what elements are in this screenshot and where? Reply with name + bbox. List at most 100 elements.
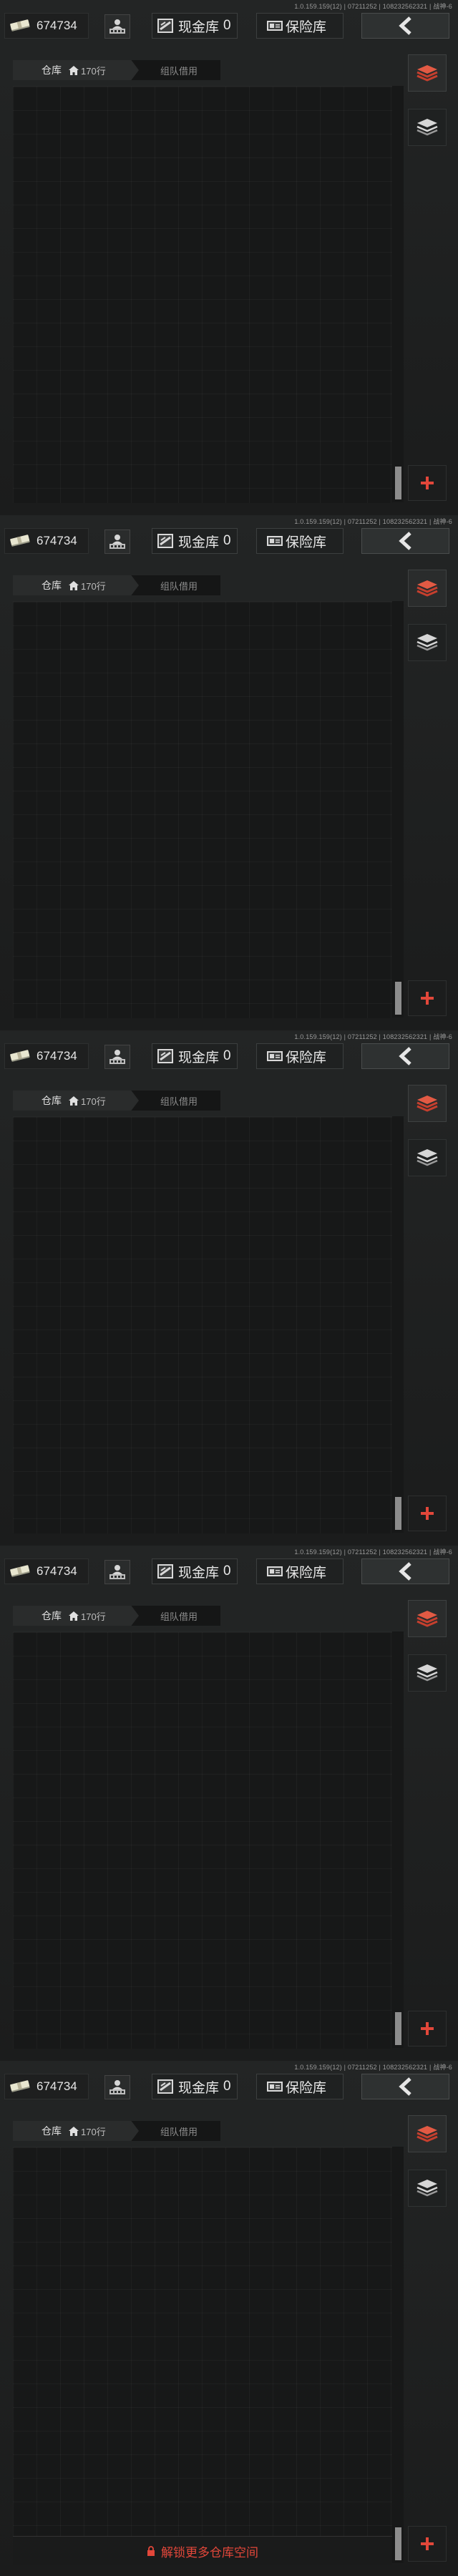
back-button[interactable] bbox=[361, 1558, 449, 1584]
add-button[interactable] bbox=[408, 465, 447, 501]
stack-view-button[interactable] bbox=[408, 109, 447, 146]
safe-vault-label: 保险库 bbox=[286, 2080, 327, 2096]
stack-view-button[interactable] bbox=[408, 624, 447, 661]
cash-box-icon bbox=[157, 1049, 173, 1063]
inventory-grid[interactable] bbox=[13, 601, 392, 1018]
sort-stack-button[interactable] bbox=[408, 1085, 447, 1122]
scrollbar[interactable] bbox=[392, 601, 404, 1018]
warehouse-panel: 1.0.159.159(12) | 07211252 | 10823256232… bbox=[0, 1546, 458, 2061]
top-bar: 674734 现金库 0 保险库 bbox=[0, 2071, 458, 2104]
add-button[interactable] bbox=[408, 2526, 447, 2562]
unlock-more-space-button[interactable]: 解锁更多仓库空间 bbox=[13, 2536, 392, 2565]
tab-team-borrow-label: 组队借用 bbox=[160, 1611, 198, 1622]
vendor-shop-button[interactable] bbox=[104, 530, 130, 554]
cash-vault-button[interactable]: 现金库 0 bbox=[152, 1043, 238, 1069]
stack-icon bbox=[416, 634, 438, 651]
scrollbar-thumb[interactable] bbox=[395, 2527, 401, 2560]
stack-icon bbox=[416, 1664, 438, 1682]
top-bar: 674734 现金库 0 保险库 bbox=[0, 1556, 458, 1589]
cash-vault-button[interactable]: 现金库 0 bbox=[152, 1558, 238, 1584]
tab-team-borrow-label: 组队借用 bbox=[160, 1096, 198, 1107]
vendor-shop-button[interactable] bbox=[104, 14, 130, 39]
tab-warehouse[interactable]: 仓库 170行 bbox=[13, 2121, 139, 2141]
back-button[interactable] bbox=[361, 2074, 449, 2099]
cash-bundle-icon bbox=[10, 2080, 30, 2092]
stack-view-button[interactable] bbox=[408, 2170, 447, 2207]
vendor-shop-button[interactable] bbox=[104, 2075, 130, 2099]
cash-vault-label: 现金库 bbox=[178, 1565, 220, 1581]
vendor-shop-button[interactable] bbox=[104, 1045, 130, 1069]
safe-vault-button[interactable]: 保险库 bbox=[256, 1558, 344, 1584]
back-button[interactable] bbox=[361, 528, 449, 554]
scrollbar[interactable] bbox=[392, 86, 404, 502]
currency-amount: 674734 bbox=[36, 534, 77, 547]
tab-warehouse[interactable]: 仓库 170行 bbox=[13, 1606, 139, 1626]
tab-team-borrow[interactable]: 组队借用 bbox=[160, 2121, 198, 2141]
vendor-shop-button[interactable] bbox=[104, 1560, 130, 1584]
scrollbar-thumb[interactable] bbox=[395, 2012, 401, 2045]
vendor-shop-icon bbox=[109, 535, 125, 549]
tab-warehouse[interactable]: 仓库 170行 bbox=[13, 1091, 139, 1111]
cash-bundle-icon bbox=[10, 19, 30, 31]
house-icon bbox=[69, 2126, 79, 2136]
tab-warehouse[interactable]: 仓库 170行 bbox=[13, 575, 139, 595]
sort-stack-button[interactable] bbox=[408, 1600, 447, 1637]
warehouse-tab-bar: 仓库 170行 组队借用 bbox=[13, 2121, 220, 2141]
warehouse-tab-bar: 仓库 170行 组队借用 bbox=[13, 60, 220, 80]
top-bar: 674734 现金库 0 保险库 bbox=[0, 525, 458, 558]
back-button[interactable] bbox=[361, 13, 449, 39]
top-bar: 674734 现金库 0 保险库 bbox=[0, 10, 458, 43]
add-button[interactable] bbox=[408, 2011, 447, 2046]
scrollbar[interactable] bbox=[392, 1631, 404, 2048]
currency-display: 674734 bbox=[4, 1043, 89, 1069]
scrollbar[interactable] bbox=[392, 1116, 404, 1533]
stack-view-button[interactable] bbox=[408, 1654, 447, 1692]
stack-icon bbox=[416, 1149, 438, 1166]
scrollbar-thumb[interactable] bbox=[395, 1497, 401, 1530]
unlock-more-space-label: 解锁更多仓库空间 bbox=[161, 2545, 258, 2560]
red-stack-icon bbox=[416, 1096, 438, 1112]
inventory-grid[interactable] bbox=[13, 2147, 392, 2564]
safe-vault-button[interactable]: 保险库 bbox=[256, 2074, 344, 2099]
sort-stack-button[interactable] bbox=[408, 2115, 447, 2152]
sort-stack-button[interactable] bbox=[408, 570, 447, 607]
side-toolbar bbox=[408, 2115, 449, 2563]
safe-vault-button[interactable]: 保险库 bbox=[256, 1043, 344, 1069]
vendor-shop-icon bbox=[109, 2080, 125, 2094]
warehouse-row-count: 170行 bbox=[81, 580, 106, 592]
currency-amount: 674734 bbox=[36, 1564, 77, 1578]
tab-team-borrow[interactable]: 组队借用 bbox=[160, 60, 198, 80]
currency-amount: 674734 bbox=[36, 19, 77, 32]
cash-vault-button[interactable]: 现金库 0 bbox=[152, 13, 238, 39]
safe-vault-label: 保险库 bbox=[286, 1050, 327, 1065]
add-button[interactable] bbox=[408, 1496, 447, 1531]
tab-team-borrow[interactable]: 组队借用 bbox=[160, 575, 198, 595]
cash-vault-button[interactable]: 现金库 0 bbox=[152, 2074, 238, 2099]
safe-vault-button[interactable]: 保险库 bbox=[256, 528, 344, 554]
safe-vault-button[interactable]: 保险库 bbox=[256, 13, 344, 39]
plus-icon bbox=[421, 477, 434, 489]
scrollbar-thumb[interactable] bbox=[395, 467, 401, 499]
vendor-shop-icon bbox=[109, 1565, 125, 1579]
tab-warehouse[interactable]: 仓库 170行 bbox=[13, 60, 139, 80]
side-toolbar bbox=[408, 1085, 449, 1533]
scrollbar[interactable] bbox=[392, 2147, 404, 2563]
currency-display: 674734 bbox=[4, 2074, 89, 2099]
sort-stack-button[interactable] bbox=[408, 54, 447, 92]
tab-warehouse-label: 仓库 bbox=[42, 580, 62, 591]
inventory-grid[interactable] bbox=[13, 1631, 392, 2049]
red-stack-icon bbox=[416, 580, 438, 597]
stack-view-button[interactable] bbox=[408, 1139, 447, 1176]
tab-team-borrow[interactable]: 组队借用 bbox=[160, 1606, 198, 1626]
side-toolbar bbox=[408, 54, 449, 502]
inventory-grid[interactable] bbox=[13, 86, 392, 503]
add-button[interactable] bbox=[408, 980, 447, 1016]
cash-vault-label: 现金库 bbox=[178, 1050, 220, 1065]
cash-vault-count: 0 bbox=[223, 533, 231, 548]
cash-vault-button[interactable]: 现金库 0 bbox=[152, 528, 238, 554]
back-button[interactable] bbox=[361, 1043, 449, 1069]
scrollbar-thumb[interactable] bbox=[395, 982, 401, 1015]
inventory-grid[interactable] bbox=[13, 1116, 392, 1533]
tab-team-borrow[interactable]: 组队借用 bbox=[160, 1091, 198, 1111]
safe-box-icon bbox=[267, 2082, 283, 2092]
